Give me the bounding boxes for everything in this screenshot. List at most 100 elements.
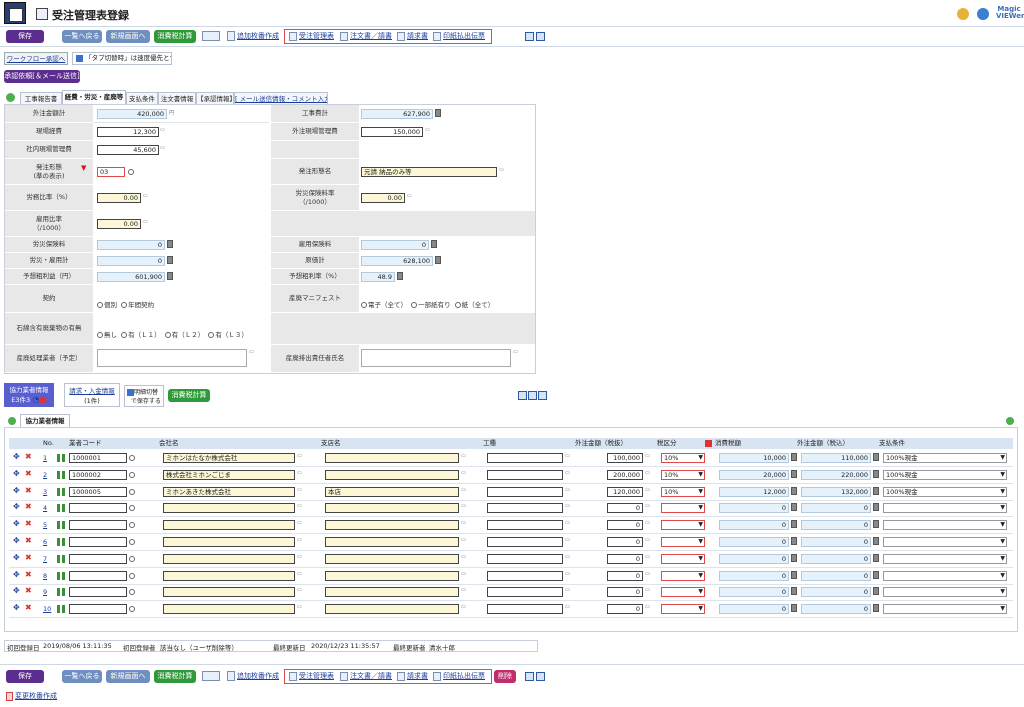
delete-row-icon[interactable]: ✖ — [25, 570, 32, 579]
save-button-bottom[interactable]: 保存 — [6, 670, 44, 683]
invoice-link[interactable]: 請求書 — [407, 31, 428, 42]
vendor-code-input[interactable] — [69, 520, 127, 531]
search-icon[interactable] — [128, 169, 134, 175]
amount-input[interactable]: 0 — [607, 587, 643, 598]
inhouse-site-mgmt-input[interactable]: 45,600 — [97, 145, 159, 155]
add-icon[interactable] — [1006, 417, 1014, 425]
expand-icon[interactable]: ▭ — [297, 487, 302, 493]
branch-input[interactable] — [325, 469, 459, 480]
checkbox-checked[interactable] — [127, 389, 134, 396]
approval-request-button[interactable]: 承認依頼[＆メール送信] — [4, 70, 80, 83]
workflow-approve-button[interactable]: ワークフロー承認へ — [4, 52, 68, 65]
calc-icon[interactable] — [791, 486, 797, 495]
move-icon[interactable]: ✥ — [13, 519, 20, 528]
billing-info-button[interactable]: 請求・入金情報 (1件) — [64, 383, 120, 407]
company-input[interactable] — [163, 570, 295, 581]
calc-icon[interactable]: ▭ — [425, 127, 430, 133]
payment-select[interactable]: ▼ — [883, 570, 1007, 581]
row-number[interactable]: 8 — [43, 572, 47, 580]
expand-icon[interactable]: ▭ — [565, 554, 570, 560]
move-icon[interactable]: ✥ — [13, 570, 20, 579]
order-type-name-input[interactable]: 元請 納品のみ等 — [361, 167, 497, 177]
calc-icon[interactable] — [791, 604, 797, 613]
expand-icon[interactable]: ▭ — [461, 503, 466, 509]
amount-input[interactable]: 0 — [607, 520, 643, 531]
expand-icon[interactable]: ▭ — [461, 554, 466, 560]
calc-icon[interactable]: ▭ — [645, 470, 650, 476]
amount-input[interactable]: 0 — [607, 604, 643, 615]
amount-input[interactable]: 120,000 — [607, 486, 643, 497]
expand-icon[interactable]: ▭ — [461, 453, 466, 459]
radio-individual[interactable] — [97, 302, 103, 308]
calc-icon[interactable]: ▭ — [160, 127, 165, 133]
vendor-tax-calc-button[interactable]: 消費税計算 — [168, 389, 210, 402]
amount-input[interactable]: 0 — [607, 553, 643, 564]
calc-icon[interactable] — [873, 537, 879, 545]
tax-type-select[interactable]: ▼ — [661, 570, 705, 581]
work-type-input[interactable] — [487, 486, 563, 497]
work-type-input[interactable] — [487, 604, 563, 615]
add-copy-link-bottom[interactable]: 追加枚番作成 — [237, 671, 279, 682]
disability-ratio-input[interactable]: 0.00 — [97, 219, 141, 229]
expand-icon[interactable]: ▭ — [461, 537, 466, 543]
asbestos-radio-group[interactable]: 無し 有（Ｌ１） 有（Ｌ２） 有（Ｌ３） — [97, 329, 248, 339]
branch-input[interactable] — [325, 537, 459, 547]
expand-icon[interactable]: ▭ — [461, 470, 466, 476]
vendor-code-input[interactable]: 1000005 — [69, 486, 127, 497]
radio-annual[interactable] — [121, 302, 128, 308]
expand-icon[interactable]: ▭ — [297, 470, 302, 476]
tax-type-select[interactable]: ▼ — [661, 604, 705, 615]
vendor-info-button[interactable]: 協力業者情報 E3件3 ◔■ — [4, 383, 54, 407]
stamp-slip-link[interactable]: 印紙払出伝票 — [443, 31, 485, 42]
calc-icon[interactable]: ▭ — [645, 554, 650, 560]
tax-type-select[interactable]: ▼ — [661, 587, 705, 598]
grid-icon[interactable] — [57, 588, 65, 597]
calc-icon[interactable] — [873, 453, 879, 461]
calc-icon[interactable] — [791, 453, 797, 461]
work-type-input[interactable] — [487, 469, 563, 480]
monitor-icon[interactable] — [202, 31, 220, 41]
tax-type-select[interactable]: 10% ▼ — [661, 469, 705, 480]
workers-comp-rate-input[interactable]: 0.00 — [361, 193, 405, 203]
calc-icon[interactable] — [873, 520, 879, 529]
calc-icon[interactable]: ▭ — [645, 571, 650, 577]
delete-row-icon[interactable]: ✖ — [25, 586, 32, 595]
new-screen-button[interactable]: 新規画面へ — [106, 30, 150, 43]
change-copy-link[interactable]: 変更枚番作成 — [15, 691, 57, 702]
search-icon[interactable] — [129, 471, 135, 478]
calc-icon[interactable]: ▭ — [645, 587, 650, 593]
radio-l2[interactable] — [164, 332, 171, 338]
row-number[interactable]: 3 — [43, 488, 47, 496]
delete-row-icon[interactable]: ✖ — [25, 536, 32, 545]
expand-icon[interactable]: ▭ — [565, 537, 570, 543]
delete-row-icon[interactable]: ✖ — [25, 603, 32, 612]
expand-icon[interactable]: ▭ — [297, 537, 302, 543]
payment-select[interactable]: ▼ — [883, 604, 1007, 615]
delete-row-icon[interactable]: ✖ — [25, 519, 32, 528]
work-type-input[interactable] — [487, 570, 563, 581]
payment-select[interactable]: 100%現金 ▼ — [883, 486, 1007, 497]
layout-icon[interactable] — [518, 391, 527, 400]
expand-icon[interactable]: ▭ — [461, 487, 466, 493]
back-to-list-button-bottom[interactable]: 一覧へ戻る — [62, 670, 102, 683]
calc-icon[interactable] — [791, 503, 797, 512]
calc-icon[interactable]: ▭ — [645, 604, 650, 610]
move-icon[interactable]: ✥ — [13, 536, 20, 545]
grid-icon[interactable] — [57, 454, 65, 462]
back-to-list-button[interactable]: 一覧へ戻る — [62, 30, 102, 43]
invoice-link-bottom[interactable]: 請求書 — [407, 671, 428, 682]
grid-icon[interactable] — [57, 571, 65, 580]
move-icon[interactable]: ✥ — [13, 603, 20, 612]
search-icon[interactable] — [129, 505, 135, 512]
company-input[interactable] — [163, 520, 295, 531]
calc-icon[interactable] — [873, 570, 879, 579]
tab-expenses[interactable]: 経費・労災・産廃等 — [62, 90, 126, 104]
move-icon[interactable]: ✥ — [13, 486, 20, 495]
row-number[interactable]: 6 — [43, 538, 47, 546]
calc-icon[interactable]: ▭ — [645, 537, 650, 543]
work-type-input[interactable] — [487, 503, 563, 514]
payment-select[interactable]: 100%現金 ▼ — [883, 453, 1007, 463]
work-type-input[interactable] — [487, 453, 563, 463]
amount-input[interactable]: 0 — [607, 537, 643, 547]
vendor-code-input[interactable]: 1000002 — [69, 469, 127, 480]
